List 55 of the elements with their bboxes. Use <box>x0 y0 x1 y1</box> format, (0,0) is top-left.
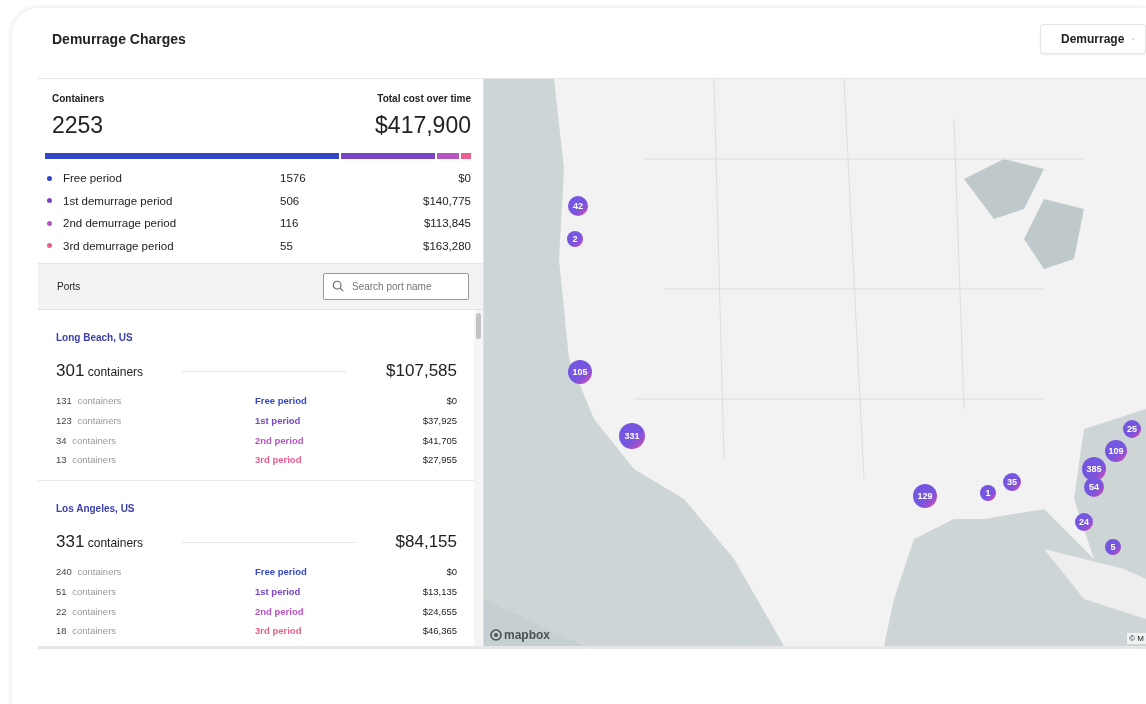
period-cost: $163,280 <box>422 239 471 252</box>
period-label: 1st period <box>255 586 301 598</box>
port-name[interactable]: Long Beach, US <box>56 332 133 343</box>
search-field[interactable]: Search port name <box>323 273 469 300</box>
row-cost: $37,925 <box>421 415 457 427</box>
logo-icon <box>490 629 502 641</box>
port-containers: 331 containers <box>56 532 182 552</box>
row-containers: 51 containers <box>56 586 255 598</box>
period-cost: $113,845 <box>422 217 471 230</box>
period-name: Free period <box>63 172 123 185</box>
period-name: 2nd demurrage period <box>63 217 178 230</box>
cost-label: Total cost over time <box>377 93 471 104</box>
period-dropdown[interactable]: Demurrage <box>1040 24 1146 54</box>
row-cost: $0 <box>445 395 457 407</box>
period-label: 2nd period <box>255 434 304 446</box>
row-cost: $24,655 <box>421 605 457 617</box>
period-label: 2nd period <box>255 605 304 617</box>
port-containers: 301 containers <box>56 361 182 381</box>
row-containers: 123 containers <box>56 415 255 427</box>
row-containers: 34 containers <box>56 434 255 446</box>
port-total: $107,585 <box>386 361 457 381</box>
period-count: 1576 <box>280 172 307 185</box>
row-containers: 13 containers <box>56 454 255 466</box>
scrollbar-thumb[interactable] <box>476 313 481 339</box>
row-containers: 22 containers <box>56 605 255 617</box>
row-containers: 131 containers <box>56 395 255 407</box>
period-label: 1st period <box>255 415 301 427</box>
period-label: 3rd period <box>255 454 302 466</box>
containers-total: 2253 <box>52 112 104 139</box>
row-cost: $13,135 <box>421 586 457 598</box>
cost-total: $417,900 <box>375 112 471 139</box>
logo-text: mapbox <box>504 628 550 642</box>
period-label: 3rd period <box>255 625 302 637</box>
period-label: Free period <box>255 566 307 578</box>
port-total: $84,155 <box>395 532 457 552</box>
period-count: 506 <box>280 194 301 207</box>
period-name: 3rd demurrage period <box>63 239 175 252</box>
ports-title: Ports <box>57 281 81 292</box>
containers-label: Containers <box>52 93 105 104</box>
period-cost: $140,775 <box>422 194 471 207</box>
row-containers: 18 containers <box>56 625 255 637</box>
period-cost: $0 <box>457 172 471 185</box>
page-title: Demurrage Charges <box>52 31 186 47</box>
row-cost: $27,955 <box>421 454 457 466</box>
period-name: 1st demurrage period <box>63 194 174 207</box>
period-label: Free period <box>255 395 307 407</box>
period-count: 55 <box>280 239 294 252</box>
row-cost: $41,705 <box>421 434 457 446</box>
row-cost: $0 <box>445 566 457 578</box>
map-attribution: © M <box>1127 633 1146 644</box>
period-count: 116 <box>280 217 300 230</box>
search-icon <box>332 280 344 292</box>
row-cost: $46,365 <box>421 625 457 637</box>
port-name[interactable]: Los Angeles, US <box>56 503 135 514</box>
row-containers: 240 containers <box>56 566 255 578</box>
